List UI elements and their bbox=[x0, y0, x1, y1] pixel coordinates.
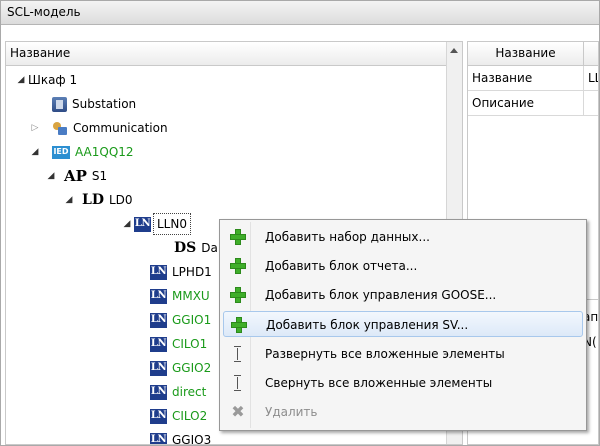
logical-node-icon: LN bbox=[150, 312, 167, 328]
logical-node-icon: LN bbox=[134, 216, 151, 232]
delete-icon: ✖ bbox=[231, 402, 245, 421]
menu-item-label: Удалить bbox=[265, 405, 318, 419]
logical-node-icon: LN bbox=[150, 288, 167, 304]
tree-node-ln[interactable]: LN GGIO2 bbox=[150, 358, 211, 378]
tree-node-ln[interactable]: LN GGIO3 bbox=[150, 430, 212, 445]
substation-icon bbox=[52, 96, 67, 112]
tree-node-label: direct bbox=[172, 385, 207, 399]
expanded-arrow-icon[interactable]: ◢ bbox=[14, 70, 28, 90]
scl-model-window: SCL-модель Название ◢ Шкаф 1 Substation … bbox=[0, 0, 600, 446]
tree-node-label: LPHD1 bbox=[172, 265, 212, 279]
properties-column-header[interactable]: Название bbox=[468, 42, 584, 66]
tree-node-ln[interactable]: LN CILO1 bbox=[150, 334, 207, 354]
property-key: Название bbox=[468, 66, 584, 90]
tree-node-label: CILO1 bbox=[172, 337, 208, 351]
expanded-arrow-icon[interactable]: ◢ bbox=[120, 214, 134, 234]
tree-node-ln[interactable]: LN LPHD1 bbox=[150, 262, 212, 282]
logical-node-icon: LN bbox=[150, 384, 167, 400]
tree-node-label: Communication bbox=[73, 121, 168, 135]
tree-node-label: Шкаф 1 bbox=[28, 73, 78, 87]
property-row[interactable]: Название LL bbox=[468, 66, 598, 91]
menu-item-collapse-all[interactable]: Свернуть все вложенные элементы bbox=[223, 370, 583, 396]
tree-node-label: GGIO1 bbox=[172, 313, 212, 327]
logical-node-icon: LN bbox=[150, 408, 167, 424]
menu-item-label: Добавить набор данных... bbox=[265, 230, 430, 244]
property-key: Описание bbox=[468, 91, 584, 115]
tree-node-ln[interactable]: LN MMXU bbox=[150, 286, 210, 306]
tree-node-label: GGIO2 bbox=[172, 361, 212, 375]
menu-item-add-sv-block[interactable]: Добавить блок управления SV... bbox=[223, 311, 583, 337]
menu-item-label: Добавить блок отчета... bbox=[265, 259, 418, 273]
communication-icon bbox=[52, 121, 68, 136]
add-icon bbox=[230, 258, 246, 274]
window-title: SCL-модель bbox=[1, 1, 599, 25]
expanded-arrow-icon[interactable]: ◢ bbox=[28, 142, 42, 162]
menu-item-label: Свернуть все вложенные элементы bbox=[265, 376, 493, 390]
scroll-up-arrow-icon[interactable] bbox=[450, 48, 458, 53]
property-row[interactable]: Описание bbox=[468, 91, 598, 116]
logical-node-icon: LN bbox=[150, 264, 167, 280]
tree-node-label: LD0 bbox=[108, 193, 133, 207]
add-icon bbox=[230, 287, 246, 303]
tree-node-label: AA1QQ12 bbox=[75, 145, 134, 159]
expand-all-icon bbox=[232, 346, 244, 362]
menu-item-expand-all[interactable]: Развернуть все вложенные элементы bbox=[223, 341, 583, 367]
logical-node-icon: LN bbox=[150, 336, 167, 352]
collapse-all-icon bbox=[232, 375, 244, 391]
collapsed-arrow-icon[interactable]: ▷ bbox=[28, 118, 42, 138]
tree-column-header[interactable]: Название bbox=[6, 42, 446, 66]
menu-item-label: Добавить блок управления GOOSE... bbox=[265, 288, 497, 302]
dataset-icon: DS bbox=[174, 240, 197, 256]
logical-node-icon: LN bbox=[150, 432, 167, 444]
tree-node-dataset[interactable]: DS Da bbox=[174, 238, 218, 258]
access-point-icon: AP bbox=[64, 167, 87, 185]
context-menu: Добавить набор данных... Добавить блок о… bbox=[219, 219, 587, 431]
menu-item-label: Добавить блок управления SV... bbox=[266, 318, 469, 332]
tree-node-logical-device[interactable]: ◢ LD LD0 bbox=[62, 190, 133, 210]
tree-node-communication[interactable]: ▷ Communication bbox=[28, 118, 168, 138]
tree-node-label: CILO2 bbox=[172, 409, 208, 423]
tree-node-label: GGIO3 bbox=[172, 433, 212, 445]
menu-item-delete[interactable]: ✖ Удалить bbox=[223, 399, 583, 425]
tree-node-ln[interactable]: LN GGIO1 bbox=[150, 310, 211, 330]
ied-icon: IED bbox=[52, 145, 70, 159]
tree-node-label: S1 bbox=[91, 169, 108, 183]
tree-node-label: MMXU bbox=[172, 289, 210, 303]
tree-node-ied[interactable]: ◢ IED AA1QQ12 bbox=[28, 142, 134, 162]
logical-node-icon: LN bbox=[150, 360, 167, 376]
menu-item-label: Развернуть все вложенные элементы bbox=[265, 347, 505, 361]
expanded-arrow-icon[interactable]: ◢ bbox=[44, 166, 58, 186]
tree-node-label: Da bbox=[201, 241, 218, 255]
tree-node-substation[interactable]: Substation bbox=[52, 94, 136, 114]
expanded-arrow-icon[interactable]: ◢ bbox=[62, 190, 76, 210]
tree-node-ln[interactable]: LN CILO2 bbox=[150, 406, 207, 426]
tree-node-ln[interactable]: LN direct bbox=[150, 382, 206, 402]
tree-node-label: LLN0 bbox=[153, 213, 191, 235]
menu-item-add-dataset[interactable]: Добавить набор данных... bbox=[223, 224, 583, 250]
menu-item-add-report-block[interactable]: Добавить блок отчета... bbox=[223, 253, 583, 279]
menu-item-add-goose-block[interactable]: Добавить блок управления GOOSE... bbox=[223, 282, 583, 308]
add-icon bbox=[231, 317, 247, 333]
logical-device-icon: LD bbox=[82, 192, 104, 208]
add-icon bbox=[230, 229, 246, 245]
tree-node-lln0[interactable]: ◢ LN LLN0 bbox=[124, 213, 191, 235]
properties-header: Название bbox=[468, 42, 598, 66]
tree-node-cabinet[interactable]: ◢ Шкаф 1 bbox=[14, 70, 78, 90]
tree-node-access-point[interactable]: ◢ AP S1 bbox=[44, 166, 108, 186]
property-value[interactable]: LL bbox=[588, 66, 598, 90]
tree-node-label: Substation bbox=[72, 97, 137, 111]
